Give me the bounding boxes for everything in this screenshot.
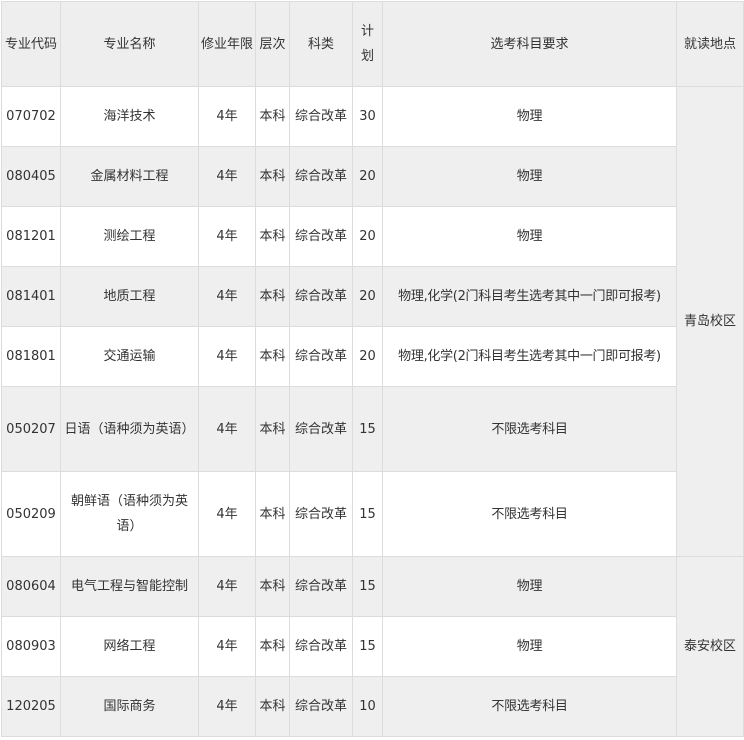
- major-code: 081201: [1, 206, 61, 267]
- major-category: 综合改革: [289, 386, 353, 472]
- table-row: 080903 网络工程 4年 本科 综合改革 15 物理: [1, 616, 744, 677]
- major-level: 本科: [255, 556, 290, 617]
- major-name: 金属材料工程: [60, 146, 199, 207]
- major-level: 本科: [255, 616, 290, 677]
- header-requirement: 选考科目要求: [382, 1, 677, 87]
- major-plan: 20: [352, 206, 383, 267]
- major-years: 4年: [198, 471, 256, 557]
- major-category: 综合改革: [289, 676, 353, 737]
- header-row: 专业代码 专业名称 修业年限 层次 科类 计划 选考科目要求 就读地点: [1, 1, 744, 87]
- major-category: 综合改革: [289, 616, 353, 677]
- major-requirement: 物理: [382, 556, 677, 617]
- major-plan: 30: [352, 86, 383, 147]
- major-requirement: 物理: [382, 146, 677, 207]
- major-requirement: 物理,化学(2门科目考生选考其中一门即可报考): [382, 326, 677, 387]
- major-plan: 20: [352, 266, 383, 327]
- major-code: 120205: [1, 676, 61, 737]
- header-level: 层次: [255, 1, 290, 87]
- major-requirement: 物理: [382, 616, 677, 677]
- major-code: 070702: [1, 86, 61, 147]
- major-plan: 20: [352, 326, 383, 387]
- header-plan: 计划: [352, 1, 383, 87]
- table-row: 120205 国际商务 4年 本科 综合改革 10 不限选考科目: [1, 676, 744, 737]
- major-requirement: 不限选考科目: [382, 386, 677, 472]
- major-requirement: 物理: [382, 86, 677, 147]
- major-category: 综合改革: [289, 556, 353, 617]
- major-years: 4年: [198, 206, 256, 267]
- major-name: 交通运输: [60, 326, 199, 387]
- major-requirement: 物理: [382, 206, 677, 267]
- major-code: 081801: [1, 326, 61, 387]
- major-plan: 20: [352, 146, 383, 207]
- major-name: 海洋技术: [60, 86, 199, 147]
- major-years: 4年: [198, 86, 256, 147]
- major-level: 本科: [255, 676, 290, 737]
- campus-qingdao: 青岛校区: [676, 86, 744, 557]
- major-code: 080405: [1, 146, 61, 207]
- major-years: 4年: [198, 616, 256, 677]
- header-name: 专业名称: [60, 1, 199, 87]
- major-name: 电气工程与智能控制: [60, 556, 199, 617]
- major-plan: 15: [352, 386, 383, 472]
- major-category: 综合改革: [289, 266, 353, 327]
- major-requirement: 不限选考科目: [382, 676, 677, 737]
- table-row: 081401 地质工程 4年 本科 综合改革 20 物理,化学(2门科目考生选考…: [1, 266, 744, 327]
- major-category: 综合改革: [289, 86, 353, 147]
- header-location: 就读地点: [676, 1, 744, 87]
- major-plan: 15: [352, 616, 383, 677]
- table-row: 080405 金属材料工程 4年 本科 综合改革 20 物理: [1, 146, 744, 207]
- major-name: 网络工程: [60, 616, 199, 677]
- major-years: 4年: [198, 266, 256, 327]
- major-name: 朝鲜语（语种须为英语）: [60, 471, 199, 557]
- major-category: 综合改革: [289, 146, 353, 207]
- major-code: 080903: [1, 616, 61, 677]
- campus-taian: 泰安校区: [676, 556, 744, 737]
- major-level: 本科: [255, 386, 290, 472]
- major-level: 本科: [255, 266, 290, 327]
- table-row: 070702 海洋技术 4年 本科 综合改革 30 物理 青岛校区: [1, 86, 744, 557]
- major-years: 4年: [198, 326, 256, 387]
- major-plan: 15: [352, 556, 383, 617]
- table-row: 050207 日语（语种须为英语） 4年 本科 综合改革 15 不限选考科目: [1, 386, 744, 472]
- header-years: 修业年限: [198, 1, 256, 87]
- major-requirement: 物理,化学(2门科目考生选考其中一门即可报考): [382, 266, 677, 327]
- major-level: 本科: [255, 471, 290, 557]
- majors-table: 专业代码 专业名称 修业年限 层次 科类 计划 选考科目要求 就读地点 0707…: [1, 1, 744, 737]
- major-level: 本科: [255, 146, 290, 207]
- header-code: 专业代码: [1, 1, 61, 87]
- major-years: 4年: [198, 676, 256, 737]
- major-name: 测绘工程: [60, 206, 199, 267]
- major-code: 050209: [1, 471, 61, 557]
- header-category: 科类: [289, 1, 353, 87]
- major-requirement: 不限选考科目: [382, 471, 677, 557]
- major-code: 050207: [1, 386, 61, 472]
- table-row: 081801 交通运输 4年 本科 综合改革 20 物理,化学(2门科目考生选考…: [1, 326, 744, 387]
- table-row: 081201 测绘工程 4年 本科 综合改革 20 物理: [1, 206, 744, 267]
- major-category: 综合改革: [289, 471, 353, 557]
- major-level: 本科: [255, 86, 290, 147]
- table-row: 050209 朝鲜语（语种须为英语） 4年 本科 综合改革 15 不限选考科目: [1, 471, 744, 557]
- major-plan: 15: [352, 471, 383, 557]
- major-years: 4年: [198, 146, 256, 207]
- major-category: 综合改革: [289, 326, 353, 387]
- major-name: 地质工程: [60, 266, 199, 327]
- major-plan: 10: [352, 676, 383, 737]
- major-name: 日语（语种须为英语）: [60, 386, 199, 472]
- major-category: 综合改革: [289, 206, 353, 267]
- major-level: 本科: [255, 206, 290, 267]
- major-years: 4年: [198, 556, 256, 617]
- major-code: 080604: [1, 556, 61, 617]
- major-name: 国际商务: [60, 676, 199, 737]
- major-level: 本科: [255, 326, 290, 387]
- table-row: 080604 电气工程与智能控制 4年 本科 综合改革 15 物理 泰安校区: [1, 556, 744, 737]
- major-years: 4年: [198, 386, 256, 472]
- major-code: 081401: [1, 266, 61, 327]
